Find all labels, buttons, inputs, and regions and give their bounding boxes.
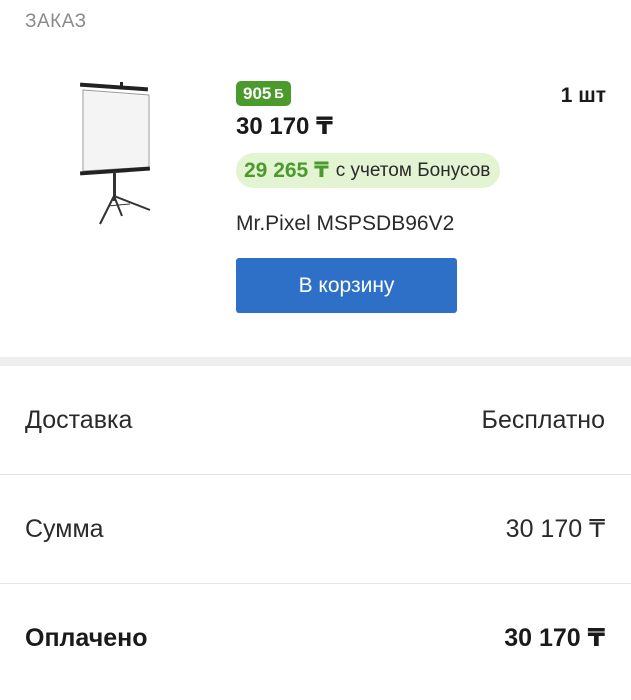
price-with-bonus-amount: 29 265 ₸	[244, 159, 329, 182]
paid-value: 30 170 ₸	[504, 624, 605, 652]
add-to-cart-button[interactable]: В корзину	[236, 258, 457, 313]
total-label: Сумма	[25, 514, 104, 543]
delivery-label: Доставка	[25, 405, 133, 434]
bonus-points-badge: 905 Б	[236, 81, 291, 106]
price-with-bonus-pill: 29 265 ₸ с учетом Бонусов	[236, 153, 501, 188]
product-name-link[interactable]: Mr.Pixel MSPSDB96V2	[236, 212, 454, 236]
delivery-value: Бесплатно	[481, 405, 605, 434]
total-row: Сумма 30 170 ₸	[0, 475, 631, 583]
delivery-row: Доставка Бесплатно	[0, 366, 631, 474]
price-with-bonus-note: с учетом Бонусов	[335, 159, 491, 181]
paid-row: Оплачено 30 170 ₸	[0, 584, 631, 692]
projector-screen-icon[interactable]	[70, 78, 160, 228]
bonus-coin-icon: Б	[274, 86, 284, 101]
order-section-title: ЗАКАЗ	[25, 11, 87, 32]
bonus-points-value: 905	[243, 84, 272, 103]
section-divider	[0, 357, 631, 366]
product-price: 30 170 ₸	[236, 113, 333, 140]
product-quantity: 1 шт	[560, 84, 606, 107]
total-value: 30 170 ₸	[505, 515, 605, 543]
paid-label: Оплачено	[25, 623, 148, 652]
